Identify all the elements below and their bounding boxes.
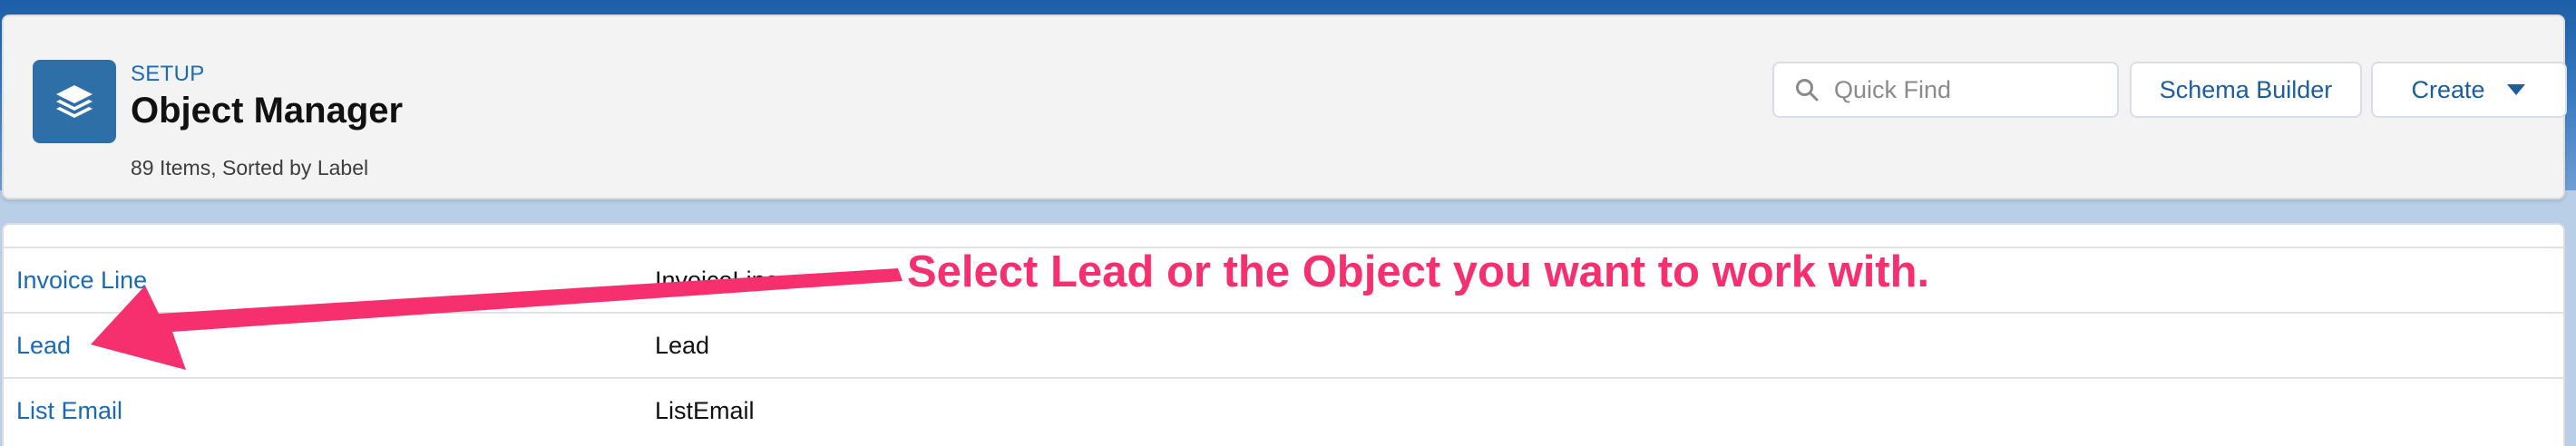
object-manager-header: SETUP Object Manager 89 Items, Sorted by… [2,15,2567,199]
object-label-link[interactable]: Invoice Line [16,248,147,312]
breadcrumb-setup[interactable]: SETUP [131,62,205,87]
create-label: Create [2411,75,2485,103]
table-row: Lead Lead [4,312,2563,377]
quick-find-search[interactable] [1772,62,2119,118]
annotation-callout: Select Lead or the Object you want to wo… [907,247,1930,296]
object-label-link[interactable]: List Email [16,379,122,442]
schema-builder-button[interactable]: Schema Builder [2130,62,2362,118]
object-api-name: ListEmail [655,397,755,424]
object-label-link[interactable]: Lead [16,314,71,377]
search-icon [1794,76,1821,103]
page-title: Object Manager [131,91,404,131]
create-button[interactable]: Create [2371,62,2567,118]
schema-builder-label: Schema Builder [2159,75,2333,103]
object-api-name: Lead [655,332,710,359]
item-count-subtitle: 89 Items, Sorted by Label [131,156,369,179]
quick-find-input[interactable] [1832,74,2108,105]
table-row: List Email ListEmail [4,377,2563,442]
object-api-name: InvoiceLine [655,267,779,294]
layers-icon [33,60,116,143]
caret-down-icon [2505,82,2527,97]
